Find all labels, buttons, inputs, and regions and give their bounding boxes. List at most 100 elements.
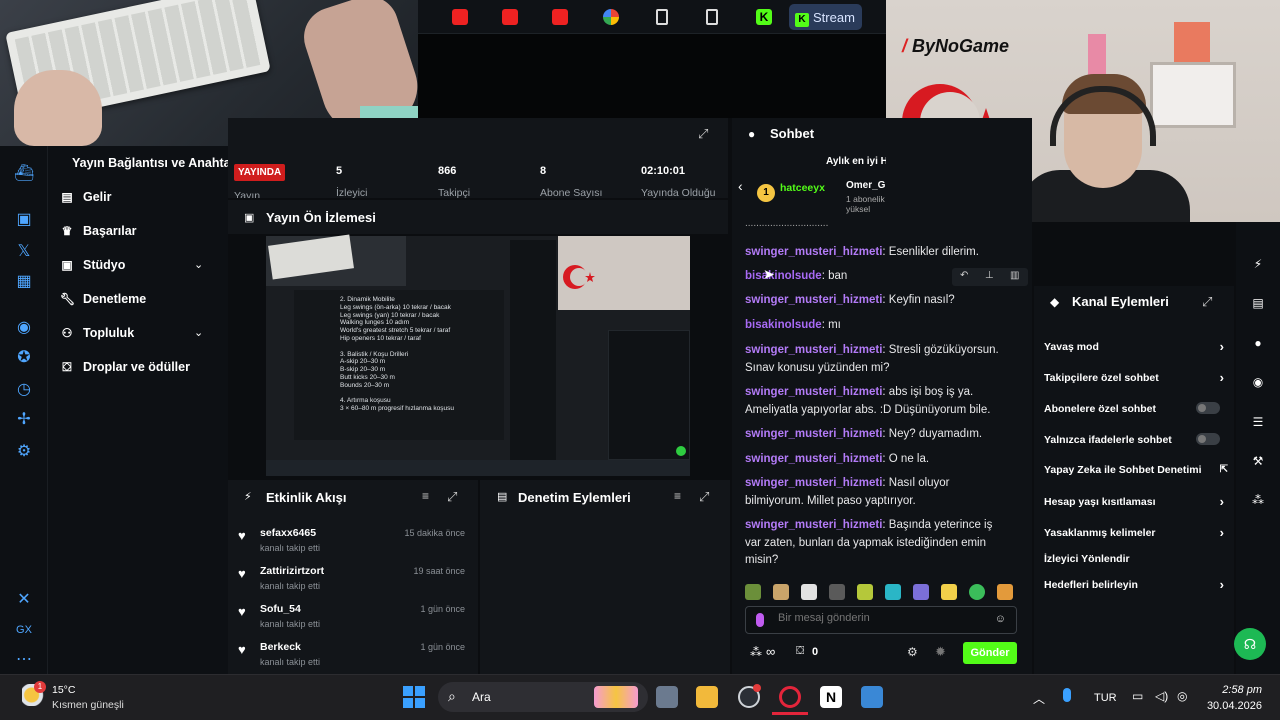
- youtube-icon[interactable]: [452, 9, 468, 25]
- filter-icon[interactable]: ≡: [674, 489, 681, 503]
- chevron-down-icon[interactable]: ⌄: [194, 258, 203, 271]
- chat-username[interactable]: swinger_musteri_hizmeti: [745, 246, 882, 258]
- chat-username[interactable]: swinger_musteri_hizmeti: [745, 519, 882, 531]
- link-icon[interactable]: ✕: [14, 590, 34, 610]
- sidebar-item-basarilar[interactable]: ♛ Başarılar: [60, 220, 137, 242]
- emote-only-toggle[interactable]: [1196, 433, 1220, 445]
- play-icon[interactable]: ◉: [14, 318, 34, 338]
- clock-time[interactable]: 2:58 pm: [1218, 684, 1262, 696]
- chat-username[interactable]: swinger_musteri_hizmeti: [745, 428, 882, 440]
- sidebar-item-topluluk[interactable]: ⚇ Topluluk: [60, 322, 135, 344]
- youtube-icon[interactable]: [502, 9, 518, 25]
- notion-icon[interactable]: N: [820, 686, 842, 708]
- action-goals[interactable]: Hedefleri belirleyin ›: [1044, 577, 1224, 592]
- sidebar-title[interactable]: Yayın Bağlantısı ve Anahtarı: [72, 156, 239, 170]
- chat-username[interactable]: swinger_musteri_hizmeti: [745, 477, 882, 489]
- youtube-icon[interactable]: [552, 9, 568, 25]
- puzzle-icon[interactable]: ✢: [14, 410, 34, 430]
- chat-bubble-icon[interactable]: ●: [1250, 335, 1266, 351]
- weather-condition[interactable]: Kısmen güneşli: [52, 699, 124, 711]
- more-icon[interactable]: ⋯: [14, 650, 34, 670]
- chat-message-input[interactable]: [778, 612, 978, 624]
- display-icon[interactable]: ▭: [1132, 689, 1143, 703]
- chevron-left-icon[interactable]: ‹: [738, 178, 743, 194]
- network-icon[interactable]: ◎: [1177, 689, 1187, 703]
- award-icon[interactable]: ✪: [14, 348, 34, 368]
- emote-icon[interactable]: [801, 584, 817, 600]
- settings-icon[interactable]: ⚙: [14, 442, 34, 462]
- send-button[interactable]: Gönder: [963, 642, 1017, 664]
- filter-icon[interactable]: ≡: [422, 489, 429, 503]
- sidebar-item-denetleme[interactable]: 🔧︎ Denetleme: [60, 288, 146, 310]
- expand-icon[interactable]: ⤢: [699, 489, 709, 505]
- gift-icon[interactable]: ⛋: [796, 645, 804, 658]
- subscribers-only-toggle[interactable]: [1196, 402, 1220, 414]
- sidebar-item-gelir[interactable]: ▤ Gelir: [60, 186, 111, 208]
- emote-icon[interactable]: [941, 584, 957, 600]
- action-banned-words[interactable]: Yasaklanmış kelimeler ›: [1044, 525, 1224, 540]
- emote-icon[interactable]: [829, 584, 845, 600]
- clock-date[interactable]: 30.04.2026: [1206, 700, 1262, 712]
- emote-icon[interactable]: [913, 584, 929, 600]
- bolt-icon[interactable]: ⚡︎: [1250, 256, 1266, 272]
- expand-icon[interactable]: ⤢: [698, 126, 708, 142]
- language-indicator[interactable]: TUR: [1094, 692, 1117, 704]
- file-explorer-icon[interactable]: [696, 686, 718, 708]
- volume-icon[interactable]: ◁): [1155, 689, 1168, 703]
- windows-start-icon[interactable]: [403, 686, 425, 708]
- chat-username[interactable]: bisakinolsude: [745, 319, 822, 331]
- server-icon[interactable]: ☰: [1250, 414, 1266, 430]
- action-followers-only[interactable]: Takipçilere özel sohbet ›: [1044, 370, 1224, 385]
- taskbar-search[interactable]: ⌕ Ara: [438, 682, 648, 712]
- delete-icon[interactable]: ▥: [1010, 270, 1019, 281]
- ship-icon[interactable]: ⛴: [14, 164, 34, 184]
- emoji-icon[interactable]: ☺: [995, 613, 1006, 625]
- emote-icon[interactable]: [997, 584, 1013, 600]
- action-raid[interactable]: İzleyici Yönlendir: [1044, 553, 1224, 565]
- mic-icon[interactable]: [756, 613, 764, 627]
- top-gifter-name[interactable]: hatceeyx: [780, 182, 825, 194]
- document-icon[interactable]: [706, 9, 718, 25]
- chat-username[interactable]: swinger_musteri_hizmeti: [745, 386, 882, 398]
- activity-user[interactable]: Berkeck: [260, 641, 301, 653]
- temperature[interactable]: 15°C: [52, 684, 75, 696]
- chat-username[interactable]: swinger_musteri_hizmeti: [745, 344, 882, 356]
- expand-icon[interactable]: ⤢: [447, 489, 457, 505]
- gx-icon[interactable]: GX: [14, 620, 34, 640]
- wrench-icon[interactable]: ⚒: [1250, 453, 1266, 469]
- sidebar-item-droplar[interactable]: ⛋ Droplar ve ödüller: [60, 356, 190, 378]
- activity-user[interactable]: Sofu_54: [260, 603, 301, 615]
- tab-stream[interactable]: K Stream: [789, 4, 862, 30]
- emote-icon[interactable]: [885, 584, 901, 600]
- emote-icon[interactable]: [969, 584, 985, 600]
- expand-icon[interactable]: ⤢: [1202, 294, 1212, 310]
- broadcast-icon[interactable]: ◉: [1250, 374, 1266, 390]
- x-icon[interactable]: 𝕏: [14, 242, 34, 262]
- chat-username[interactable]: bisakinolsude: [745, 270, 822, 282]
- gear-icon[interactable]: ✹: [935, 644, 946, 660]
- emote-icon[interactable]: [857, 584, 873, 600]
- activity-user[interactable]: sefaxx6465: [260, 527, 316, 539]
- chat-username[interactable]: swinger_musteri_hizmeti: [745, 453, 882, 465]
- headset-support-button[interactable]: ☊: [1234, 628, 1266, 660]
- opera-gx-icon[interactable]: [779, 686, 801, 708]
- document-icon[interactable]: ▤: [1250, 295, 1266, 311]
- clock-icon[interactable]: ◷: [14, 380, 34, 400]
- google-icon[interactable]: [603, 9, 619, 25]
- photos-icon[interactable]: [861, 686, 883, 708]
- emote-icon[interactable]: [773, 584, 789, 600]
- reply-icon[interactable]: ↶: [960, 270, 968, 281]
- sidebar-item-studyo[interactable]: ▣ Stüdyo: [60, 254, 125, 276]
- kick-icon[interactable]: K: [756, 9, 772, 25]
- settings-icon[interactable]: ⚙: [907, 645, 918, 659]
- action-slow-mode[interactable]: Yavaş mod ›: [1044, 339, 1224, 354]
- app-icon[interactable]: ▦: [14, 272, 34, 292]
- pin-icon[interactable]: ⊥: [985, 270, 994, 281]
- document-icon[interactable]: [656, 9, 668, 25]
- chevron-down-icon[interactable]: ⌄: [194, 326, 203, 339]
- points-icon[interactable]: ⁂: [750, 645, 762, 659]
- emote-icon[interactable]: [745, 584, 761, 600]
- share-icon[interactable]: ⁂: [1250, 492, 1266, 508]
- task-view-icon[interactable]: [656, 686, 678, 708]
- action-ai-moderation[interactable]: Yapay Zeka ile Sohbet Denetimi ⇱: [1044, 464, 1228, 476]
